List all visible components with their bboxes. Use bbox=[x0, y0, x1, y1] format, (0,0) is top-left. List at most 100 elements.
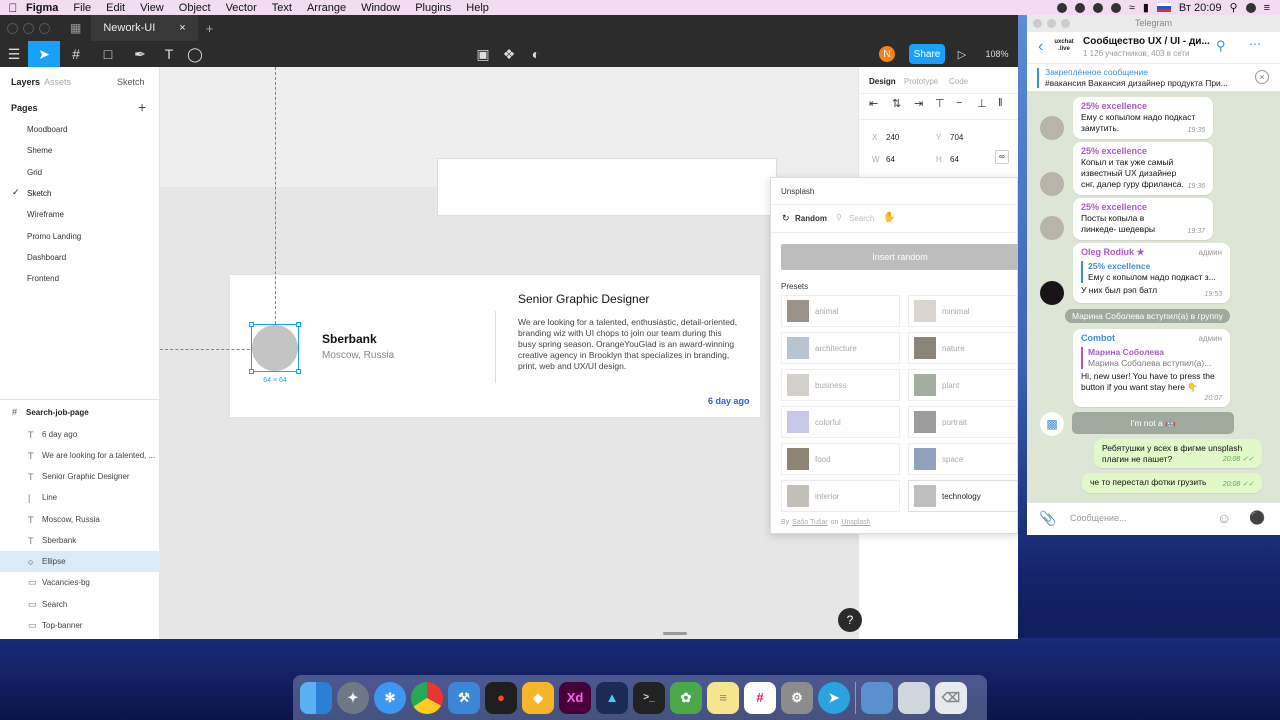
sketch-icon[interactable]: ◆ bbox=[522, 681, 554, 714]
figma-icon[interactable]: ● bbox=[485, 681, 517, 714]
chat-title[interactable]: Сообщество UX / UI - ди... bbox=[1083, 36, 1210, 47]
window-zoom-button[interactable] bbox=[1061, 19, 1070, 28]
avatar[interactable] bbox=[1040, 216, 1064, 240]
wave-hand-icon[interactable]: ✋ bbox=[883, 212, 895, 223]
status-icon[interactable] bbox=[1074, 2, 1085, 13]
user-avatar[interactable]: N bbox=[879, 46, 895, 62]
preset-interior[interactable]: interior bbox=[781, 480, 900, 512]
menu-help[interactable]: Help bbox=[466, 2, 489, 14]
search-frame[interactable] bbox=[437, 158, 777, 216]
preset-food[interactable]: food bbox=[781, 443, 900, 475]
layer-row[interactable]: T We are looking for a talented, ... bbox=[0, 445, 160, 466]
sender-name[interactable]: Combot bbox=[1081, 333, 1115, 343]
move-tool-icon[interactable]: ➤ bbox=[28, 41, 60, 67]
keyboard-layout-flag-icon[interactable] bbox=[1156, 3, 1171, 12]
tab-layers[interactable]: Layers bbox=[11, 77, 40, 87]
preset-business[interactable]: business bbox=[781, 369, 900, 401]
preset-plant[interactable]: plant bbox=[908, 369, 1018, 401]
layer-row[interactable]: ▭ Top-banner bbox=[0, 615, 160, 636]
sender-name[interactable]: 25% excellence bbox=[1081, 101, 1205, 112]
status-icon[interactable] bbox=[1110, 2, 1121, 13]
add-page-icon[interactable]: + bbox=[138, 99, 146, 115]
menu-vector[interactable]: Vector bbox=[226, 2, 257, 14]
tab-design[interactable]: Design bbox=[869, 77, 896, 86]
x-input[interactable]: 240 bbox=[886, 133, 899, 142]
message-bubble[interactable]: 25% excellence Посты копыла в линкеде- ш… bbox=[1073, 198, 1213, 240]
trash-icon[interactable]: ⌫ bbox=[935, 681, 967, 714]
preset-space[interactable]: space bbox=[908, 443, 1018, 475]
page-item[interactable]: Grid bbox=[27, 168, 42, 177]
menu-edit[interactable]: Edit bbox=[106, 2, 125, 14]
file-tab[interactable]: Nework-UI × bbox=[91, 15, 198, 41]
terminal-icon[interactable]: >_ bbox=[633, 681, 665, 714]
job-description[interactable]: We are looking for a talented, enthusias… bbox=[518, 317, 740, 372]
message-bubble[interactable]: 25% excellence Копыл и так уже самый изв… bbox=[1073, 142, 1213, 195]
control-center-icon[interactable]: ≡ bbox=[1264, 2, 1270, 14]
align-top-icon[interactable]: ⊤ bbox=[935, 97, 945, 110]
crop-icon[interactable]: ▣ bbox=[474, 41, 492, 67]
adobe-xd-icon[interactable]: Xd bbox=[559, 681, 591, 714]
layer-row[interactable]: T Sberbank bbox=[0, 530, 160, 551]
random-button[interactable]: Random bbox=[795, 214, 827, 223]
leaf-app-icon[interactable]: ✿ bbox=[670, 681, 702, 714]
layer-row[interactable]: T 6 day ago bbox=[0, 424, 160, 445]
tab-prototype[interactable]: Prototype bbox=[904, 77, 938, 86]
layer-row-selected[interactable]: ○ Ellipse bbox=[0, 551, 160, 572]
affinity-designer-icon[interactable]: ▲ bbox=[596, 681, 628, 714]
chrome-icon[interactable] bbox=[411, 681, 443, 714]
launchpad-icon[interactable]: ✦ bbox=[337, 681, 369, 714]
attach-icon[interactable]: 📎 bbox=[1039, 510, 1056, 527]
safari-icon[interactable]: ✻ bbox=[374, 681, 406, 714]
layer-row[interactable]: T Senior Graphic Designer bbox=[0, 466, 160, 487]
window-zoom-button[interactable] bbox=[39, 22, 50, 34]
telegram-icon[interactable]: ➤ bbox=[818, 681, 850, 714]
outgoing-message[interactable]: Ребятушки у всех в фигме unsplash плагин… bbox=[1094, 439, 1262, 468]
w-input[interactable]: 64 bbox=[886, 155, 895, 164]
pinned-message-bar[interactable]: Закреплённое сообщение #вакансия Ваканси… bbox=[1027, 64, 1280, 92]
page-item[interactable]: Moodboard bbox=[27, 125, 67, 134]
system-preferences-icon[interactable]: ⚙ bbox=[781, 681, 813, 714]
sender-name[interactable]: 25% excellence bbox=[1081, 146, 1205, 157]
credit-site-link[interactable]: Unsplash bbox=[841, 519, 870, 526]
constrain-proportions-icon[interactable]: ∞ bbox=[995, 150, 1009, 164]
close-icon[interactable]: × bbox=[1255, 70, 1269, 84]
page-item[interactable]: Wireframe bbox=[27, 210, 64, 219]
preset-animal[interactable]: animal bbox=[781, 295, 900, 327]
reply-quote[interactable]: 25% excellence Ему с копылом надо подкас… bbox=[1081, 261, 1222, 283]
avatar[interactable] bbox=[1040, 116, 1064, 140]
frame-layer[interactable]: Search-job-page bbox=[26, 408, 89, 417]
h-input[interactable]: 64 bbox=[950, 155, 959, 164]
insert-random-button[interactable]: Insert random bbox=[781, 244, 1018, 270]
tab-assets[interactable]: Assets bbox=[44, 77, 71, 87]
reply-quote[interactable]: Марина Соболева Марина Соболева вступил(… bbox=[1081, 347, 1222, 369]
screenshot-stack-icon[interactable] bbox=[898, 681, 930, 714]
horizontal-scrollbar[interactable] bbox=[663, 632, 687, 635]
align-bottom-icon[interactable]: ⊥ bbox=[977, 97, 987, 110]
menu-window[interactable]: Window bbox=[361, 2, 400, 14]
posted-date[interactable]: 6 day ago bbox=[708, 396, 750, 406]
component-icon[interactable]: ❖ bbox=[500, 41, 518, 67]
more-options-icon[interactable]: ⋯ bbox=[1249, 37, 1261, 51]
window-minimize-button[interactable] bbox=[23, 22, 34, 34]
folder-icon[interactable] bbox=[861, 681, 893, 714]
layer-row[interactable]: | Line bbox=[0, 487, 160, 508]
window-minimize-button[interactable] bbox=[1047, 19, 1056, 28]
window-close-button[interactable] bbox=[1033, 19, 1042, 28]
y-input[interactable]: 704 bbox=[950, 133, 963, 142]
job-title[interactable]: Senior Graphic Designer bbox=[518, 292, 649, 306]
preset-nature[interactable]: nature bbox=[908, 332, 1018, 364]
status-icon[interactable] bbox=[1092, 2, 1103, 13]
comment-tool-icon[interactable]: ◯ bbox=[186, 41, 204, 67]
new-tab-icon[interactable]: + bbox=[206, 21, 214, 36]
preset-technology[interactable]: technology bbox=[908, 480, 1018, 512]
outgoing-message[interactable]: че то перестал фотки грузить 20:08 ✓✓ bbox=[1082, 473, 1262, 493]
frame-tool-icon[interactable]: # bbox=[64, 41, 88, 67]
shape-tool-icon[interactable]: □ bbox=[96, 41, 120, 67]
layer-row[interactable]: ▭ Search bbox=[0, 594, 160, 615]
message-bubble-bot[interactable]: Combot админ Марина Соболева Марина Собо… bbox=[1073, 329, 1230, 407]
align-left-icon[interactable]: ⇤ bbox=[869, 97, 878, 110]
layer-row[interactable]: ▭ Vacancies-bg bbox=[0, 572, 160, 593]
company-name[interactable]: Sberbank bbox=[322, 332, 377, 346]
page-item-active[interactable]: Sketch bbox=[27, 189, 51, 198]
menubar-clock[interactable]: Вт 20:09 bbox=[1179, 2, 1222, 14]
